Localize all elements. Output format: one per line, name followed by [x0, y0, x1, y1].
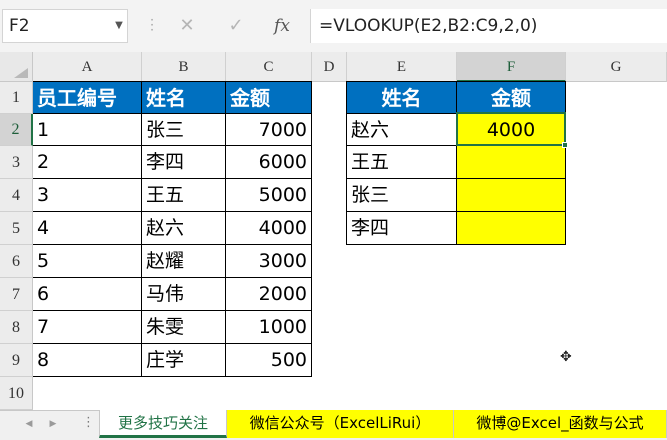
scroll-left-icon[interactable]: ◀	[22, 417, 36, 431]
cross-cursor-icon: ✥	[560, 349, 572, 365]
row-header-5[interactable]: 5	[0, 212, 33, 245]
table1-header-id[interactable]: 员工编号	[33, 82, 142, 114]
sheet-tab-wechat[interactable]: 微信公众号（ExcelLiRui）	[227, 410, 454, 438]
column-header-e[interactable]: E	[347, 52, 457, 82]
table2-cell[interactable]	[457, 212, 566, 245]
table2-cell[interactable]: 李四	[347, 212, 457, 245]
table1-cell[interactable]: 3	[33, 179, 142, 212]
table1-cell[interactable]: 赵耀	[142, 245, 226, 278]
table1-cell[interactable]: 2	[33, 146, 142, 179]
chevron-down-icon[interactable]: ▼	[110, 9, 128, 43]
column-header-b[interactable]: B	[142, 52, 226, 82]
row-header-4[interactable]: 4	[0, 179, 33, 212]
table1-cell[interactable]: 庄学	[142, 344, 226, 377]
table1-cell[interactable]: 5	[33, 245, 142, 278]
table1-cell[interactable]: 朱雯	[142, 311, 226, 344]
row-header-2[interactable]: 2	[0, 114, 33, 146]
resize-handle-icon[interactable]: · · ·	[149, 14, 155, 36]
row-header-3[interactable]: 3	[0, 146, 33, 179]
row-header-8[interactable]: 8	[0, 311, 33, 344]
table1-cell[interactable]: 500	[226, 344, 312, 377]
row-header-6[interactable]: 6	[0, 245, 33, 278]
insert-function-icon[interactable]: fx	[262, 9, 302, 43]
table1-cell[interactable]: 3000	[226, 245, 312, 278]
fill-handle[interactable]	[562, 142, 568, 148]
scroll-right-icon[interactable]: ▶	[46, 417, 60, 431]
table2-cell[interactable]	[457, 146, 566, 179]
sheet-tab-weibo[interactable]: 微博@Excel_函数与公式	[454, 410, 667, 438]
sheet-tab-more-tips[interactable]: 更多技巧关注	[99, 410, 227, 438]
table1-cell[interactable]: 6000	[226, 146, 312, 179]
column-header-g[interactable]: G	[566, 52, 667, 82]
table1-cell[interactable]: 8	[33, 344, 142, 377]
row-header-1[interactable]: 1	[0, 82, 33, 114]
table2-cell[interactable]: 张三	[347, 179, 457, 212]
table1-cell[interactable]: 6	[33, 278, 142, 311]
table1-cell[interactable]: 李四	[142, 146, 226, 179]
table1-cell[interactable]: 1	[33, 114, 142, 146]
table1-cell[interactable]: 赵六	[142, 212, 226, 245]
active-cell-selection	[456, 112, 566, 146]
cancel-icon[interactable]: ✕	[167, 9, 207, 43]
table1-cell[interactable]: 4	[33, 212, 142, 245]
row-header-9[interactable]: 9	[0, 344, 33, 377]
table1-cell[interactable]: 5000	[226, 179, 312, 212]
table1-header-name[interactable]: 姓名	[142, 82, 226, 114]
table1-cell[interactable]: 2000	[226, 278, 312, 311]
table2-header-amount[interactable]: 金额	[457, 82, 566, 114]
table1-cell[interactable]: 7000	[226, 114, 312, 146]
table1-cell[interactable]: 7	[33, 311, 142, 344]
table1-cell[interactable]: 1000	[226, 311, 312, 344]
column-header-c[interactable]: C	[226, 52, 312, 82]
row-header-10[interactable]: 10	[0, 377, 33, 410]
column-header-f[interactable]: F	[457, 52, 566, 82]
table2-header-name[interactable]: 姓名	[347, 82, 457, 114]
table1-cell[interactable]: 张三	[142, 114, 226, 146]
table1-cell[interactable]: 4000	[226, 212, 312, 245]
table2-cell[interactable]: 赵六	[347, 114, 457, 146]
table2-cell[interactable]	[457, 179, 566, 212]
select-all-icon	[14, 68, 28, 78]
row-header-7[interactable]: 7	[0, 278, 33, 311]
column-header-a[interactable]: A	[33, 52, 142, 82]
enter-icon[interactable]: ✓	[216, 9, 256, 43]
table1-cell[interactable]: 王五	[142, 179, 226, 212]
table1-header-amount[interactable]: 金额	[226, 82, 312, 114]
table2-cell[interactable]: 王五	[347, 146, 457, 179]
table1-cell[interactable]: 马伟	[142, 278, 226, 311]
formula-input[interactable]: =VLOOKUP(E2,B2:C9,2,0)	[310, 9, 667, 43]
column-header-d[interactable]: D	[312, 52, 347, 82]
more-tabs-icon[interactable]: ⋮	[82, 412, 95, 434]
